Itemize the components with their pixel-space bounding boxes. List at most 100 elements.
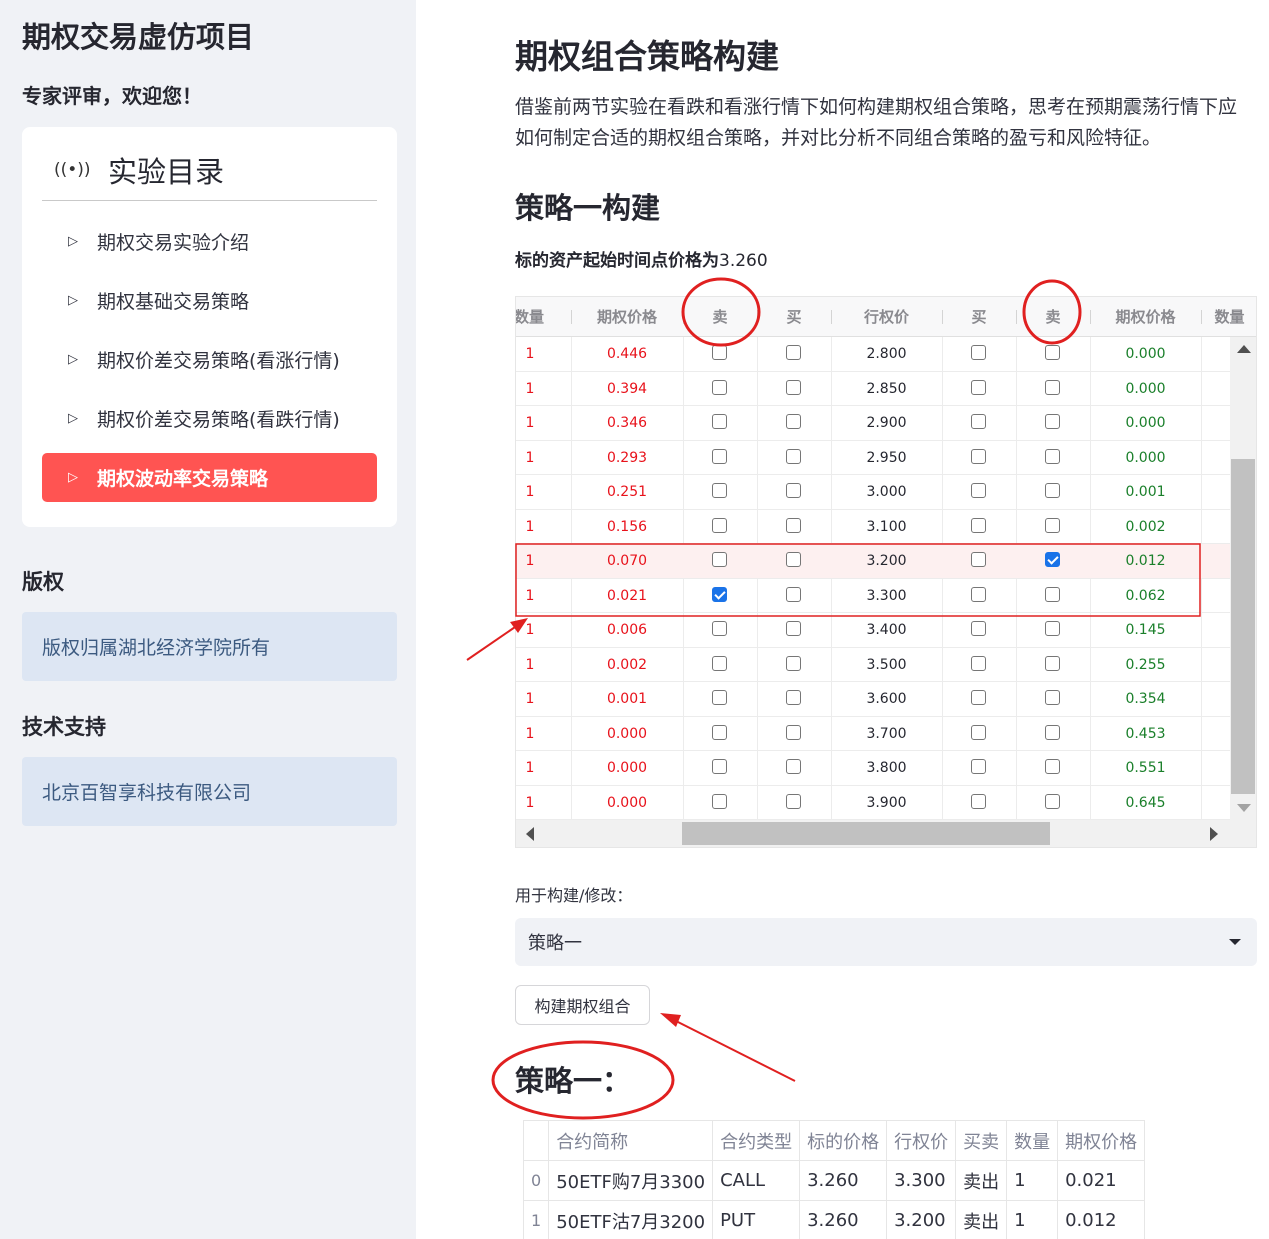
put-sell-checkbox[interactable] [1045, 414, 1060, 429]
call-sell-checkbox[interactable] [712, 414, 727, 429]
intro-text: 借鉴前两节实验在看跌和看涨行情下如何构建期权组合策略，思考在预期震荡行情下应如何… [515, 96, 1238, 149]
call-sell-checkbox[interactable] [712, 690, 727, 705]
strike-cell: 3.900 [866, 794, 907, 811]
put-price-cell: 0.354 [1125, 691, 1166, 707]
put-buy-checkbox[interactable] [971, 552, 986, 567]
scroll-thumb[interactable] [1231, 459, 1255, 794]
call-sell-checkbox[interactable] [712, 724, 727, 740]
put-buy-checkbox[interactable] [971, 345, 986, 360]
table-header: 合约简称 [548, 1120, 714, 1161]
table-cell: 0.012 [1057, 1200, 1146, 1239]
play-icon: ▷ [68, 470, 78, 485]
call-price-cell: 0.000 [606, 725, 648, 742]
strategy-select[interactable]: 策略一 [515, 918, 1257, 966]
broadcast-icon: ((•)) [54, 160, 91, 180]
put-sell-checkbox[interactable] [1045, 517, 1060, 533]
call-sell-checkbox[interactable] [712, 621, 727, 636]
grid-row: 1 0.346 2.900 0.000 [516, 406, 1230, 441]
scroll-right-icon[interactable] [1210, 827, 1218, 841]
call-sell-checkbox[interactable] [712, 552, 727, 567]
call-buy-checkbox[interactable] [786, 483, 801, 498]
vertical-scrollbar[interactable] [1230, 337, 1256, 820]
grid-row: 1 0.070 3.200 0.012 [516, 544, 1230, 579]
build-combination-button[interactable]: 构建期权组合 [515, 985, 650, 1025]
menu-item-bear-spread[interactable]: ▷ 期权价差交易策略(看跌行情) [42, 394, 377, 443]
call-sell-checkbox[interactable] [712, 483, 727, 498]
put-buy-checkbox[interactable] [971, 483, 986, 498]
table-cell: 3.260 [799, 1160, 888, 1201]
put-sell-checkbox[interactable] [1045, 655, 1060, 671]
call-buy-checkbox[interactable] [786, 448, 801, 464]
scroll-thumb[interactable] [682, 822, 1050, 845]
call-buy-checkbox[interactable] [786, 517, 801, 533]
call-sell-checkbox[interactable] [712, 448, 727, 464]
put-buy-checkbox[interactable] [971, 793, 986, 809]
scroll-up-icon[interactable] [1237, 345, 1251, 353]
call-buy-checkbox[interactable] [786, 621, 801, 636]
call-sell-checkbox[interactable] [712, 655, 727, 671]
put-price-cell: 0.551 [1125, 760, 1166, 776]
call-price-cell: 0.293 [606, 449, 648, 466]
call-sell-checkbox[interactable] [712, 345, 727, 360]
put-buy-checkbox[interactable] [971, 690, 986, 705]
scroll-down-icon[interactable] [1237, 804, 1251, 812]
put-sell-checkbox[interactable] [1045, 483, 1060, 498]
put-sell-checkbox[interactable] [1045, 724, 1060, 740]
put-sell-checkbox[interactable] [1045, 690, 1060, 705]
menu-item-bull-spread[interactable]: ▷ 期权价差交易策略(看涨行情) [42, 335, 377, 384]
call-buy-checkbox[interactable] [786, 552, 801, 567]
call-buy-checkbox[interactable] [786, 414, 801, 429]
option-grid: 数量 期权价格 卖 买 行权价 买 卖 期权价格 数量 1 0.446 2.800 0.000 1 0.3… [515, 296, 1257, 848]
call-buy-checkbox[interactable] [786, 586, 801, 602]
put-sell-checkbox[interactable] [1045, 448, 1060, 464]
menu-item-volatility-strategy[interactable]: ▷ 期权波动率交易策略 [42, 453, 377, 502]
put-buy-checkbox[interactable] [971, 655, 986, 671]
grid-header-cell: 期权价格 [1115, 308, 1176, 326]
call-buy-checkbox[interactable] [786, 690, 801, 705]
call-buy-checkbox[interactable] [786, 655, 801, 671]
menu-header: ((•)) 实验目录 [54, 149, 224, 191]
grid-header-cell: 卖 [712, 308, 728, 326]
call-buy-checkbox[interactable] [786, 724, 801, 740]
support-heading: 技术支持 [22, 715, 106, 739]
put-buy-checkbox[interactable] [971, 759, 986, 774]
put-buy-checkbox[interactable] [971, 621, 986, 636]
menu-title: 实验目录 [108, 155, 225, 189]
table-header: 标的价格 [799, 1120, 888, 1161]
grid-row: 1 0.000 3.900 0.645 [516, 786, 1230, 820]
call-price-cell: 0.002 [606, 656, 648, 673]
put-sell-checkbox[interactable] [1045, 793, 1060, 809]
put-buy-checkbox[interactable] [971, 586, 986, 602]
put-price-cell: 0.001 [1125, 484, 1166, 500]
put-buy-checkbox[interactable] [971, 448, 986, 464]
call-sell-checkbox[interactable] [712, 517, 727, 533]
scroll-left-icon[interactable] [526, 827, 534, 841]
table-row: 1 50ETF沽7月3200 PUT 3.260 3.200 卖出 1 0.01… [522, 1200, 1146, 1239]
put-sell-checkbox[interactable] [1045, 379, 1060, 395]
call-sell-checkbox[interactable] [712, 759, 727, 774]
put-sell-checkbox[interactable] [1045, 552, 1060, 567]
call-qty-cell: 1 [525, 760, 535, 776]
put-sell-checkbox[interactable] [1045, 586, 1060, 602]
call-sell-checkbox[interactable] [712, 793, 727, 809]
put-buy-checkbox[interactable] [971, 517, 986, 533]
app-title: 期权交易虚仿项目 [22, 20, 255, 54]
call-qty-cell: 1 [525, 794, 535, 811]
put-sell-checkbox[interactable] [1045, 759, 1060, 774]
call-buy-checkbox[interactable] [786, 793, 801, 809]
call-sell-checkbox[interactable] [712, 379, 727, 395]
menu-item-intro[interactable]: ▷ 期权交易实验介绍 [42, 217, 377, 266]
call-sell-checkbox[interactable] [712, 586, 727, 602]
put-buy-checkbox[interactable] [971, 414, 986, 429]
horizontal-scrollbar[interactable] [516, 820, 1230, 847]
menu-item-basic-strategy[interactable]: ▷ 期权基础交易策略 [42, 276, 377, 325]
put-buy-checkbox[interactable] [971, 724, 986, 740]
table-header: 合约类型 [712, 1120, 801, 1161]
put-buy-checkbox[interactable] [971, 379, 986, 395]
put-sell-checkbox[interactable] [1045, 621, 1060, 636]
call-buy-checkbox[interactable] [786, 759, 801, 774]
put-sell-checkbox[interactable] [1045, 345, 1060, 360]
call-buy-checkbox[interactable] [786, 345, 801, 360]
call-buy-checkbox[interactable] [786, 379, 801, 395]
menu-divider [42, 200, 377, 201]
